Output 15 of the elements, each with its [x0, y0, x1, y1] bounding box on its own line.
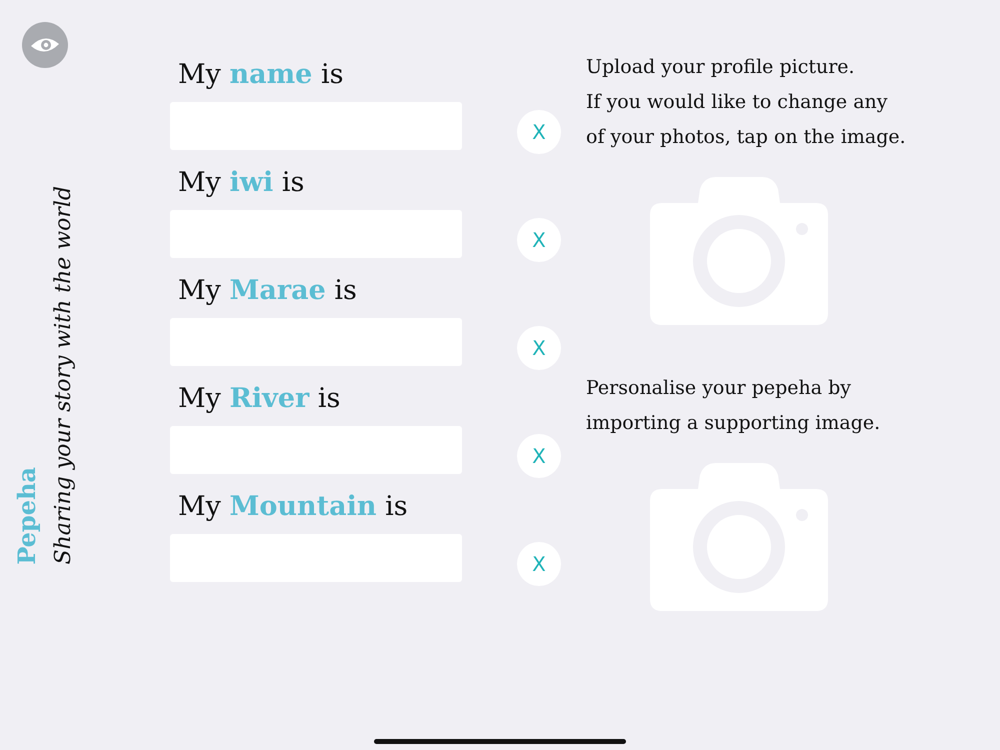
clear-button[interactable]: X [517, 110, 561, 154]
app-title: Pepeha [12, 466, 41, 564]
field-label: My River is [177, 382, 342, 416]
field-label: My Marae is [177, 274, 358, 308]
clear-button[interactable]: X [517, 218, 561, 262]
field-label: My name is [177, 58, 344, 92]
logo-icon[interactable] [22, 22, 68, 68]
field-label: My iwi is [177, 166, 306, 200]
field-label: My Mountain is [177, 490, 409, 524]
app-tagline: Sharing your story with the world [51, 186, 76, 564]
clear-button[interactable]: X [517, 542, 561, 586]
instruction-text: Upload your profile picture. If you would like to change any of your photos, tap on the image. [586, 55, 906, 150]
instruction-text: Personalise your pepeha by importing a supporting image. [586, 376, 882, 436]
clear-button[interactable]: X [517, 326, 561, 370]
clear-button[interactable]: X [517, 434, 561, 478]
